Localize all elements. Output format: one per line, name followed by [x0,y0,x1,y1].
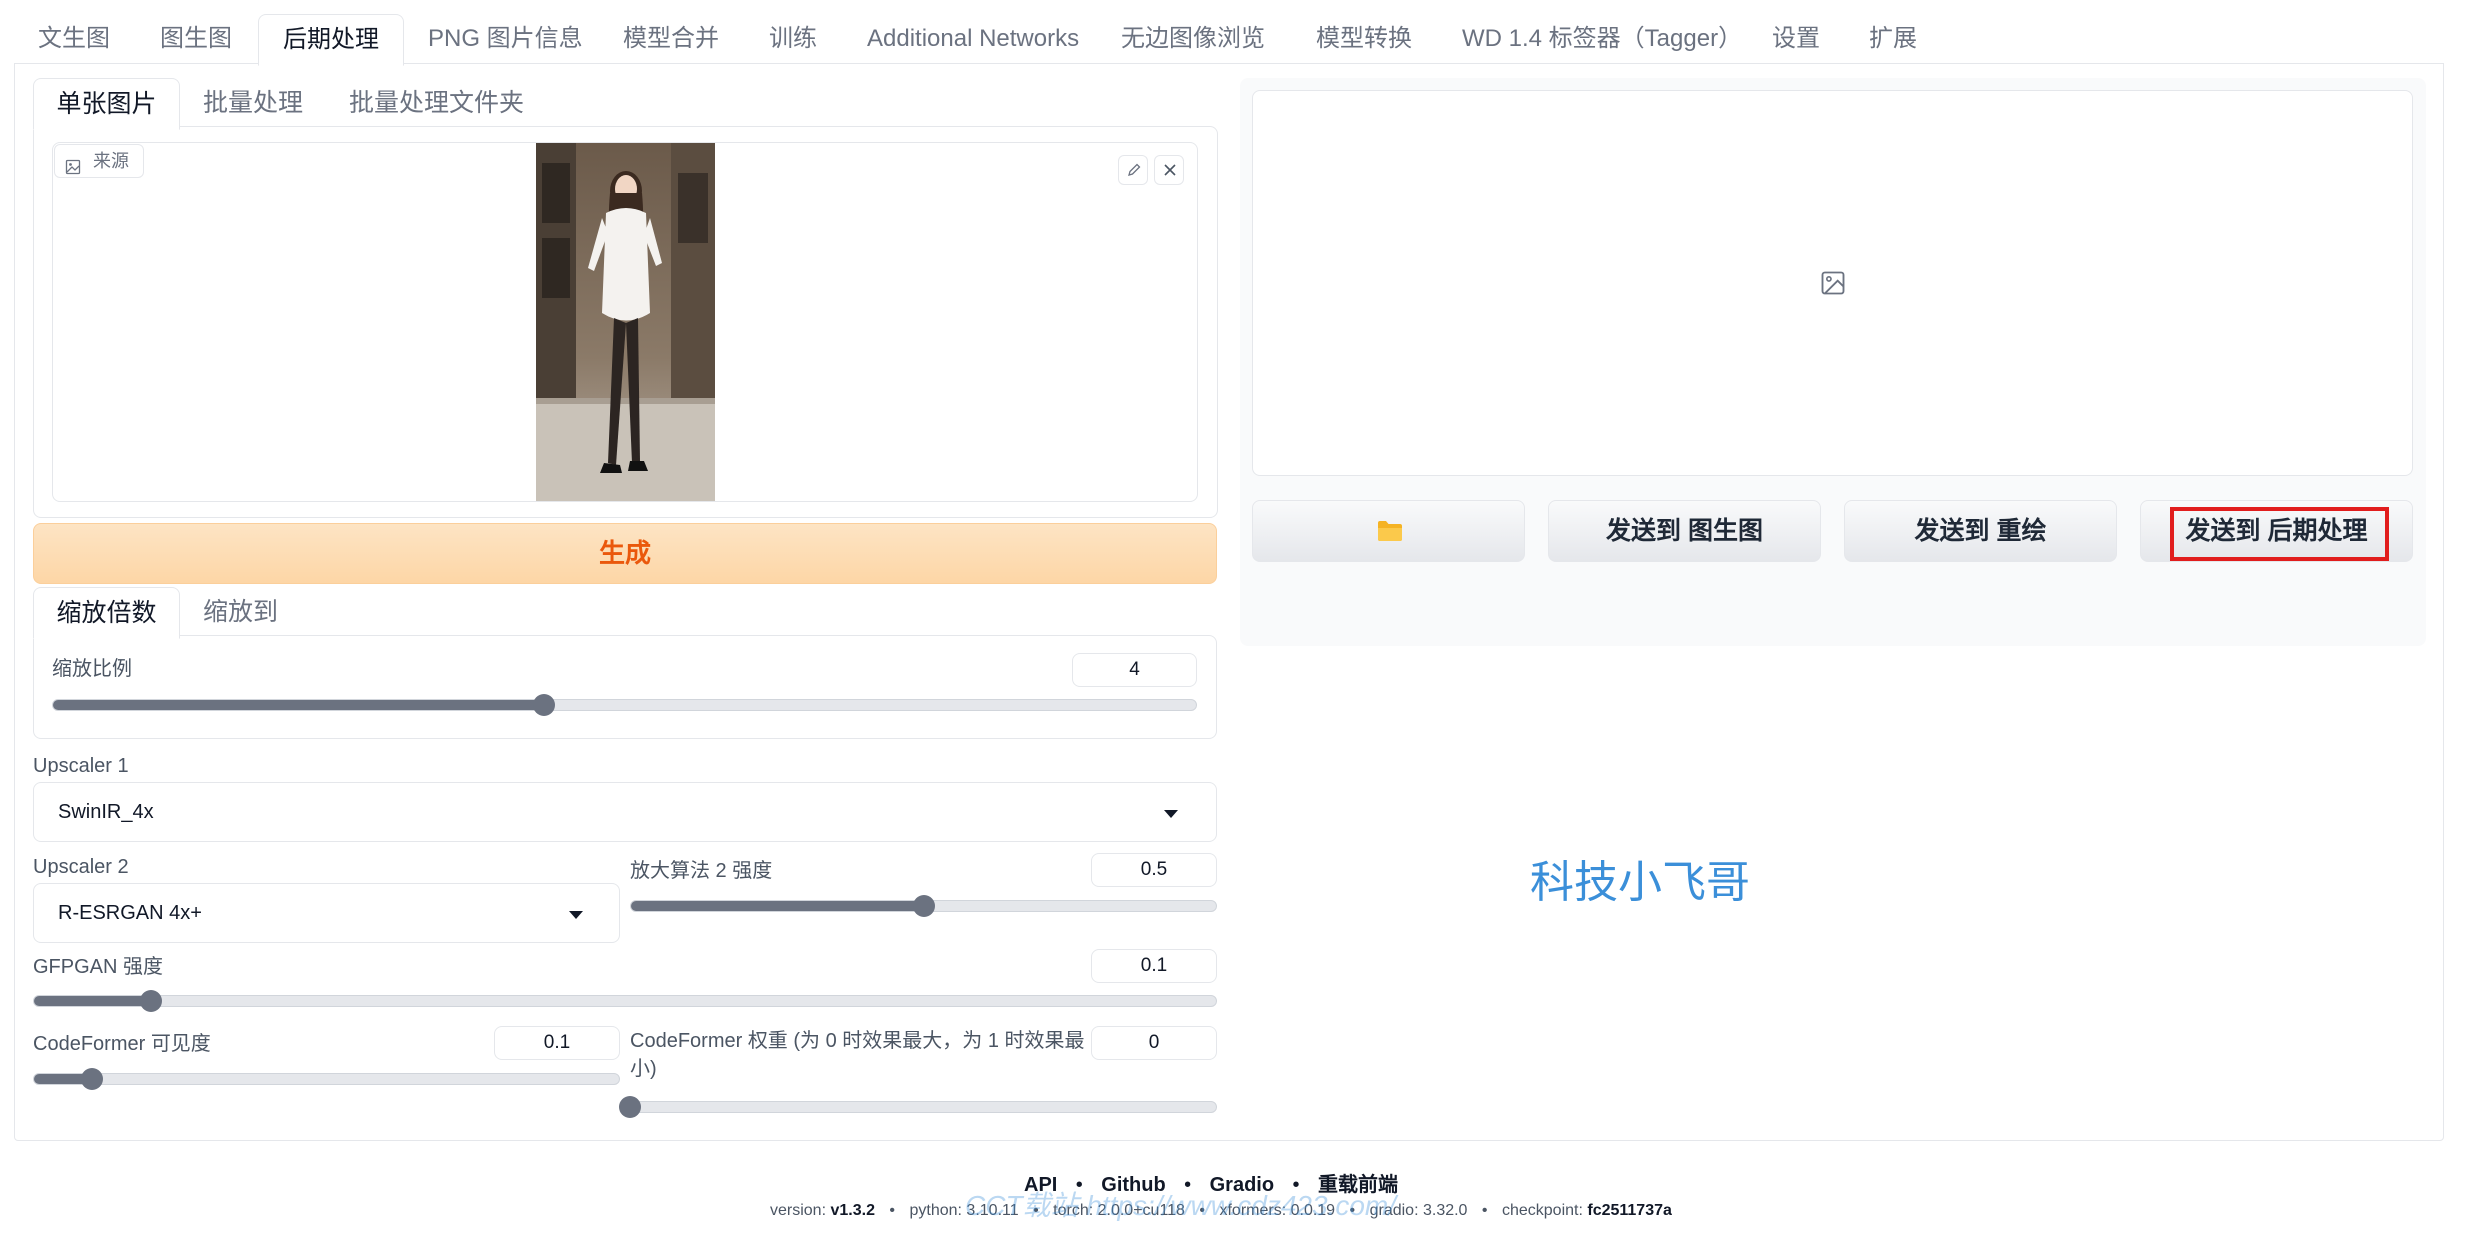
tab-extras[interactable]: 后期处理 [258,14,404,66]
tab-extensions[interactable]: 扩展 [1869,24,1917,54]
footer-watermark: CCT载站 https://www.cdz423.com/ [965,1190,1397,1221]
close-icon [1162,162,1178,183]
upscaler2-visibility-fill [631,901,924,911]
codeformer-weight-thumb[interactable] [619,1096,641,1118]
chevron-down-icon [1164,810,1178,818]
send-to-img2img-button[interactable]: 发送到 图生图 [1548,500,1821,562]
gradio-value: 3.32.0 [1422,1202,1468,1219]
open-folder-button[interactable] [1252,500,1525,562]
resize-slider-fill [53,700,545,710]
chevron-down-icon [569,911,583,919]
resize-slider-track[interactable] [52,699,1197,711]
scale-tab-panel [33,635,1217,739]
edit-image-button[interactable] [1118,155,1148,185]
codeformer-visibility-track[interactable] [33,1073,620,1085]
codeformer-visibility-input[interactable]: 0.1 [494,1026,620,1060]
pencil-icon [1126,162,1142,183]
tab-scale-by[interactable]: 缩放倍数 [33,587,180,639]
clear-image-button[interactable] [1154,155,1184,185]
tab-additional-networks[interactable]: Additional Networks [867,24,1079,54]
tab-scale-to[interactable]: 缩放到 [203,597,278,627]
watermark-text: 科技小飞哥 [1530,858,1750,907]
tab-tagger[interactable]: WD 1.4 标签器（Tagger） [1462,24,1742,54]
send-to-inpaint-button[interactable]: 发送到 重绘 [1844,500,2117,562]
upscaler2-visibility-thumb[interactable] [912,895,935,917]
codeformer-visibility-label: CodeFormer 可见度 [33,1033,211,1055]
python-label: python: [909,1202,962,1219]
footer-separator: • [889,1202,896,1219]
upscaler2-dropdown[interactable]: R-ESRGAN 4x+ [33,883,620,943]
upscaler2-visibility-input[interactable]: 0.5 [1091,853,1217,887]
version-value: v1.3.2 [830,1202,875,1219]
codeformer-weight-input[interactable]: 0 [1091,1026,1217,1060]
checkpoint-value: fc2511737a [1587,1202,1672,1219]
tab-settings[interactable]: 设置 [1772,24,1820,54]
upscaler1-label: Upscaler 1 [33,755,129,777]
tab-image-browser[interactable]: 无边图像浏览 [1121,24,1265,54]
source-label: 来源 [93,151,129,171]
tab-train[interactable]: 训练 [769,24,817,54]
gfpgan-input[interactable]: 0.1 [1091,949,1217,983]
tab-checkpoint-merger[interactable]: 模型合并 [623,24,719,54]
upscaler1-value: SwinIR_4x [58,801,154,823]
tab-single-image[interactable]: 单张图片 [33,78,180,130]
gfpgan-slider-fill [34,996,153,1006]
highlight-box [2170,507,2389,561]
codeformer-weight-label: CodeFormer 权重 (为 0 时效果最大，为 1 时效果最小) [630,1030,1085,1080]
tab-img2img[interactable]: 图生图 [160,24,232,54]
tab-model-converter[interactable]: 模型转换 [1316,24,1412,54]
tab-txt2img[interactable]: 文生图 [38,24,110,54]
gfpgan-label: GFPGAN 强度 [33,956,164,978]
footer-separator: • [1481,1202,1488,1219]
folder-icon [1377,520,1403,549]
gfpgan-slider-track[interactable] [33,995,1217,1007]
tab-batch-folder[interactable]: 批量处理文件夹 [349,88,524,118]
codeformer-visibility-thumb[interactable] [80,1068,103,1090]
upscaler2-label: Upscaler 2 [33,856,129,878]
codeformer-weight-track[interactable] [630,1101,1217,1113]
resize-label: 缩放比例 [52,658,132,680]
image-icon [65,153,81,185]
checkpoint-label: checkpoint: [1501,1202,1583,1219]
image-placeholder-icon [1819,269,1847,302]
resize-number-input[interactable]: 4 [1072,653,1197,687]
source-photo [536,143,715,501]
upscaler2-visibility-label: 放大算法 2 强度 [630,860,773,882]
upscaler2-value: R-ESRGAN 4x+ [58,902,202,924]
generate-button[interactable]: 生成 [33,523,1217,584]
version-label: version: [770,1202,827,1219]
tab-png-info[interactable]: PNG 图片信息 [428,24,583,54]
source-label-badge: 来源 [54,144,144,178]
output-gallery[interactable] [1252,90,2413,476]
tab-batch-process[interactable]: 批量处理 [203,88,303,118]
upscaler1-dropdown[interactable]: SwinIR_4x [33,782,1217,842]
